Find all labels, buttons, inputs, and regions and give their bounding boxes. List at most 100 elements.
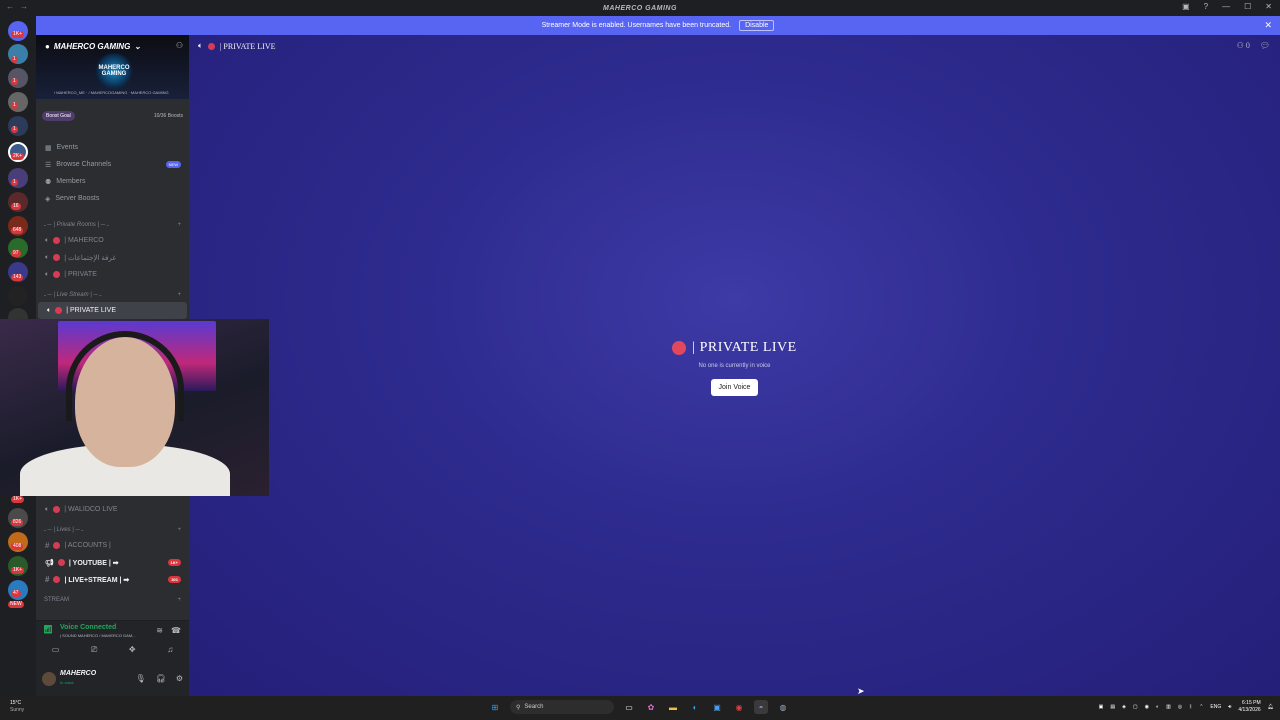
streamer-mode-banner: Streamer Mode is enabled. Usernames have… xyxy=(36,16,1280,35)
category-lives[interactable]: ـ ─ | Lives | ─ ـ + xyxy=(36,522,189,537)
signal-icon[interactable]: 📶︎ xyxy=(43,625,53,634)
channel-item[interactable]: 📢︎ | YOUTUBE | ➡ 1K+ xyxy=(36,554,189,571)
server-name[interactable]: ● MAHERCO GAMING ⌄ xyxy=(45,42,141,51)
nav-members[interactable]: ⚉ Members xyxy=(36,173,189,190)
system-tray: ▣ ▤ ◈ ▢ ◉ ◐ ▥ ◎ ᛒ ⌃ ENG 🔊︎ 6:15 PM 4/13/… xyxy=(1099,700,1274,714)
live-dot-icon xyxy=(57,559,65,566)
channel-item[interactable]: # | LIVE+STREAM | ➡ 301 xyxy=(36,571,189,588)
notification-icon[interactable]: 🔔︎ xyxy=(1268,704,1274,710)
category-private-rooms[interactable]: ـ ─ | Private Rooms | ─ ـ + xyxy=(36,217,189,232)
clock[interactable]: 6:15 PM 4/13/2026 xyxy=(1238,700,1260,714)
chevron-down-icon: ⌄ xyxy=(134,42,141,51)
channel-item[interactable]: 🔈︎ | WALIDCO LIVE xyxy=(36,501,189,518)
join-voice-button[interactable]: Join Voice xyxy=(710,379,759,396)
channel-item[interactable]: 🔈︎ | PRIVATE xyxy=(36,266,189,283)
add-channel-icon[interactable]: + xyxy=(177,222,181,228)
category-live-stream[interactable]: ـ ─ | Live Stream | ─ ـ + xyxy=(36,287,189,302)
store-icon[interactable]: ▣ xyxy=(710,700,724,714)
banner-close-icon[interactable]: ✕ xyxy=(1264,20,1272,31)
speaker-icon: 🔈︎ xyxy=(45,253,50,261)
server-header[interactable]: ● MAHERCO GAMING ⌄ ⚇ MAHERCO GAMING / MA… xyxy=(36,35,189,99)
user-status: In voice xyxy=(60,680,74,685)
add-channel-icon[interactable]: + xyxy=(177,292,181,298)
taskbar-search[interactable]: ⚲ Search xyxy=(510,700,614,714)
inbox-icon[interactable]: ▣ xyxy=(1182,2,1190,11)
help-icon[interactable]: ? xyxy=(1204,2,1208,11)
nav-events[interactable]: ▦ Events xyxy=(36,139,189,156)
nav-browse-channels[interactable]: ☰ Browse Channels NEW xyxy=(36,156,189,173)
minimize-button[interactable]: — xyxy=(1222,2,1230,11)
voice-channel-view: 🔈︎ | PRIVATE LIVE ⚇ 0 💬︎ | PRIVATE LIVE … xyxy=(189,35,1280,696)
category-stream[interactable]: STREAM + xyxy=(36,592,189,607)
server-icon[interactable] xyxy=(8,92,28,112)
tray-app-icon[interactable]: ▢ xyxy=(1133,704,1138,710)
steam-icon[interactable]: ◍ xyxy=(776,700,790,714)
soundboard-icon[interactable]: ♫ xyxy=(167,645,173,655)
tray-app-icon[interactable]: ◎ xyxy=(1178,704,1182,710)
boost-icon: ◈ xyxy=(45,195,51,203)
server-icon[interactable] xyxy=(8,116,28,136)
tray-app-icon[interactable]: ▤ xyxy=(1110,704,1115,710)
tray-app-icon[interactable]: ▥ xyxy=(1166,704,1171,710)
task-view-icon[interactable]: ▭ xyxy=(622,700,636,714)
maximize-button[interactable]: ☐ xyxy=(1244,2,1251,11)
user-panel: MAHERCO In voice 🎙︎ 🎧︎ ⚙ xyxy=(36,664,189,696)
channel-item[interactable]: 🔈︎ | MAHERCO xyxy=(36,232,189,249)
chrome-icon[interactable]: ◉ xyxy=(732,700,746,714)
boost-goal[interactable]: Boost Goal 10/36 Boosts xyxy=(42,111,183,121)
channel-item-active[interactable]: 🔈︎ | PRIVATE LIVE xyxy=(38,302,187,319)
tray-app-icon[interactable]: ◈ xyxy=(1122,704,1126,710)
disable-button[interactable]: Disable xyxy=(739,20,775,31)
windows-start-icon[interactable]: ⊞ xyxy=(488,700,502,714)
header-actions: ⚇ 0 💬︎ xyxy=(1237,41,1270,50)
noise-suppression-icon[interactable]: ≋ xyxy=(156,626,163,635)
nav-server-boosts[interactable]: ◈ Server Boosts xyxy=(36,190,189,207)
tray-app-icon[interactable]: ◐ xyxy=(1156,704,1159,710)
mention-badge: 1K+ xyxy=(11,496,25,503)
gear-icon[interactable]: ⚙ xyxy=(176,674,183,683)
weather-widget[interactable]: 15°C Sunny xyxy=(10,700,24,714)
volume-icon[interactable]: 🔊︎ xyxy=(1228,704,1231,710)
channel-item[interactable]: 🔈︎ | غرفة الإجتماعات xyxy=(36,249,189,266)
headphones-icon[interactable]: 🎧︎ xyxy=(156,674,166,683)
disconnect-icon[interactable]: ☎ xyxy=(171,626,181,635)
browse-icon: ☰ xyxy=(45,161,52,169)
speaker-icon: 🔈︎ xyxy=(45,236,50,244)
announcement-icon: 📢︎ xyxy=(45,559,54,567)
user-controls: 🎙︎ 🎧︎ ⚙ xyxy=(136,674,183,683)
chat-icon[interactable]: 💬︎ xyxy=(1260,41,1270,50)
show-hidden-icons[interactable]: ⌃ xyxy=(1199,704,1203,710)
mention-badge: 2K+ xyxy=(11,153,25,160)
add-channel-icon[interactable]: + xyxy=(177,527,181,533)
screen-share-icon[interactable]: ⎚ xyxy=(91,645,97,655)
close-button[interactable]: ✕ xyxy=(1265,2,1272,11)
copilot-icon[interactable]: ✿ xyxy=(644,700,658,714)
channel-item[interactable]: # | ACCOUNTS | xyxy=(36,537,189,554)
speaker-icon: 🔈︎ xyxy=(47,306,52,314)
empty-voice-state: | PRIVATE LIVE No one is currently in vo… xyxy=(189,340,1280,396)
server-icon[interactable] xyxy=(8,68,28,88)
server-icon[interactable] xyxy=(8,168,28,188)
activity-icon[interactable]: ✥ xyxy=(129,645,136,655)
username[interactable]: MAHERCO xyxy=(60,670,96,677)
tray-app-icon[interactable]: ◉ xyxy=(1145,704,1149,710)
live-dot-icon xyxy=(53,576,61,583)
discord-icon[interactable]: ◓ xyxy=(754,700,768,714)
edge-icon[interactable]: ◐ xyxy=(688,700,702,714)
microphone-icon[interactable]: 🎙︎ xyxy=(136,674,146,683)
members-icon[interactable]: ⚇ 0 xyxy=(1237,41,1250,50)
back-arrow-icon[interactable]: ← xyxy=(6,2,14,11)
add-member-icon[interactable]: ⚇ xyxy=(176,41,183,50)
hash-icon: # xyxy=(45,541,50,550)
avatar[interactable] xyxy=(42,672,56,686)
bluetooth-icon[interactable]: ᛒ xyxy=(1189,704,1192,710)
tray-app-icon[interactable]: ▣ xyxy=(1099,704,1104,710)
server-icon[interactable] xyxy=(8,286,28,306)
server-banner-subtext: / MAHERCO_ME · / MAHERCOGAMING · MAHERCO… xyxy=(54,90,169,95)
file-explorer-icon[interactable]: ▬ xyxy=(666,700,680,714)
camera-icon[interactable]: ▭ xyxy=(52,645,60,655)
add-channel-icon[interactable]: + xyxy=(177,597,181,603)
language-indicator[interactable]: ENG xyxy=(1210,704,1221,710)
forward-arrow-icon[interactable]: → xyxy=(20,2,28,11)
voice-channel-label[interactable]: | SOUND MAHERCO / MAHERCO GAM... xyxy=(60,633,136,638)
